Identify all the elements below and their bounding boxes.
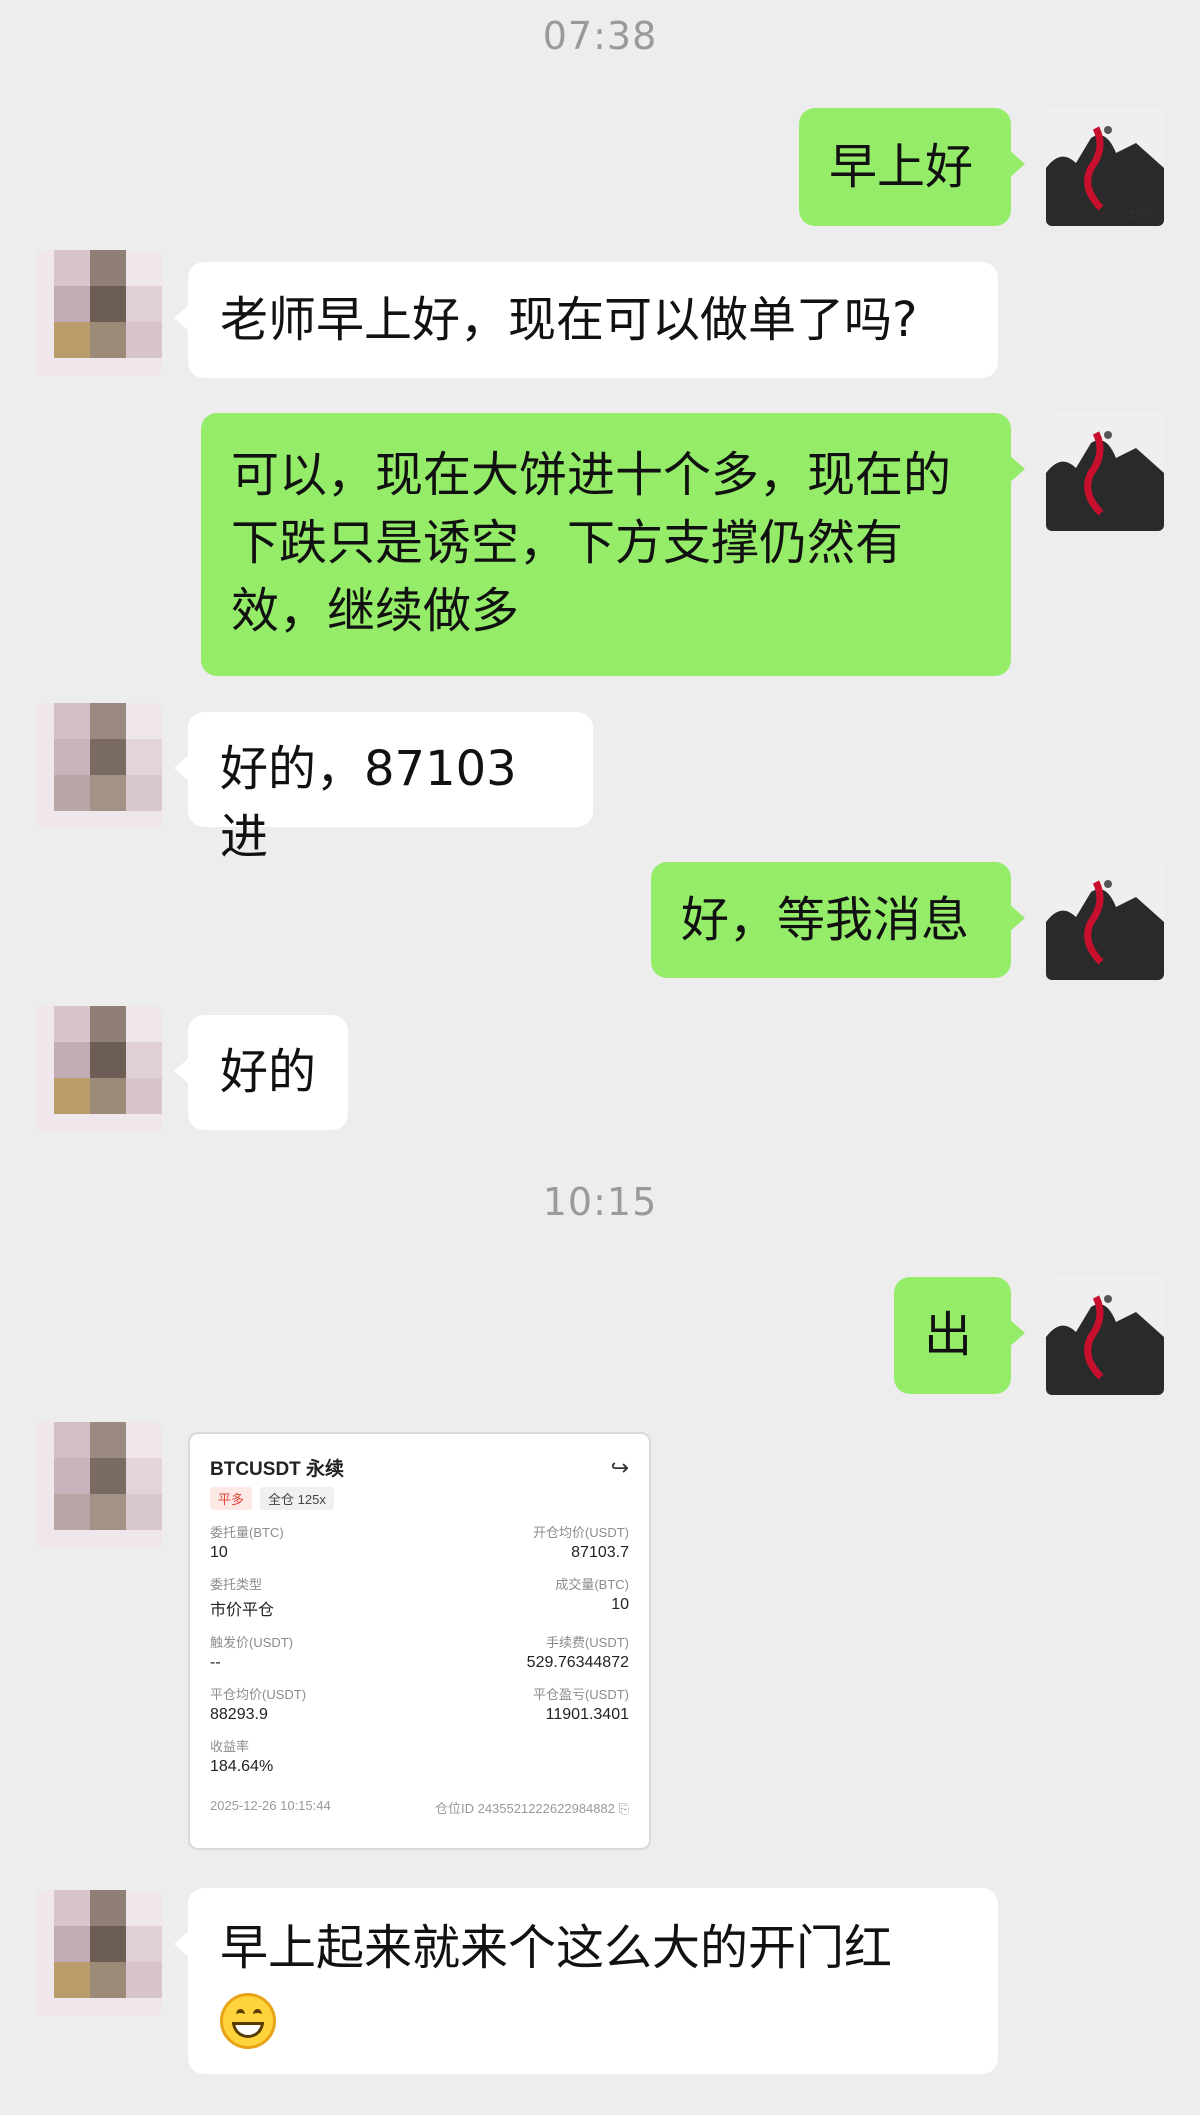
position-id: 仓位ID 2435521222622984882 [434, 1801, 615, 1816]
field-label: 平仓盈亏(USDT) [532, 1687, 629, 1702]
field-label: 触发价(USDT) [210, 1635, 294, 1650]
filled-value: 10 [611, 1596, 629, 1613]
my-avatar[interactable] [1046, 1277, 1164, 1395]
grinning-emoji-icon [220, 1993, 276, 2049]
field-label: 平仓均价(USDT) [210, 1687, 307, 1702]
message-bubble-received[interactable]: 早上起来就来个这么大的开门红 [174, 1888, 998, 2074]
roi-value: 184.64% [210, 1758, 274, 1775]
message-bubble-sent[interactable]: 好，等我消息 [651, 862, 1025, 978]
message-bubble-received[interactable]: 好的 [174, 1015, 348, 1130]
message-bubble-received[interactable]: 老师早上好，现在可以做单了吗? [174, 262, 998, 378]
field-label: 委托类型 [210, 1577, 263, 1592]
message-bubble-sent[interactable]: 可以，现在大饼进十个多，现在的下跌只是诱空，下方支撑仍然有效，继续做多 [201, 413, 1025, 676]
order-qty-value: 10 [210, 1544, 228, 1561]
my-avatar[interactable]: 一生所学 [1046, 108, 1164, 226]
field-label: 开仓均价(USDT) [532, 1525, 629, 1540]
message-bubble-received[interactable]: 好的，87103进 [174, 712, 593, 865]
copy-icon[interactable]: ⎘ [619, 1801, 629, 1816]
contact-avatar[interactable] [36, 703, 162, 829]
timestamp: 10:15 [542, 1180, 658, 1224]
trade-time: 2025-12-26 10:15:44 [210, 1798, 331, 1813]
field-label: 委托量(BTC) [210, 1525, 284, 1540]
fee-value: 529.76344872 [526, 1654, 629, 1671]
contact-avatar[interactable] [36, 250, 162, 376]
field-label: 手续费(USDT) [545, 1635, 629, 1650]
message-text: 早上起来就来个这么大的开门红 [220, 1920, 893, 1976]
direction-tag: 平多 [210, 1487, 253, 1510]
my-avatar[interactable] [1046, 862, 1164, 980]
field-label: 收益率 [210, 1739, 250, 1754]
open-avg-value: 87103.7 [571, 1544, 629, 1561]
order-type-value: 市价平仓 [210, 1602, 275, 1619]
margin-tag: 全仓 125x [260, 1487, 334, 1510]
trade-screenshot-card[interactable]: BTCUSDT 永续 ↪ 平多 全仓 125x 委托量(BTC) 10 开仓均价(… [188, 1432, 651, 1850]
field-label: 成交量(BTC) [555, 1577, 629, 1592]
pnl-value: 11901.3401 [545, 1706, 629, 1723]
my-avatar[interactable] [1046, 413, 1164, 531]
trigger-value: -- [210, 1654, 221, 1671]
svg-text:一生所学: 一生所学 [1121, 208, 1153, 218]
contact-avatar[interactable] [36, 1422, 162, 1548]
close-avg-value: 88293.9 [210, 1706, 268, 1723]
message-bubble-sent[interactable]: 出 [894, 1277, 1025, 1394]
card-title: BTCUSDT 永续 [210, 1459, 345, 1480]
contact-avatar[interactable] [36, 1006, 162, 1132]
share-icon[interactable]: ↪ [611, 1455, 629, 1481]
timestamp: 07:38 [542, 14, 658, 58]
message-bubble-sent[interactable]: 早上好 [799, 108, 1025, 226]
position-id-row: 仓位ID 2435521222622984882 ⎘ [435, 1798, 629, 1817]
contact-avatar[interactable] [36, 1890, 162, 2016]
